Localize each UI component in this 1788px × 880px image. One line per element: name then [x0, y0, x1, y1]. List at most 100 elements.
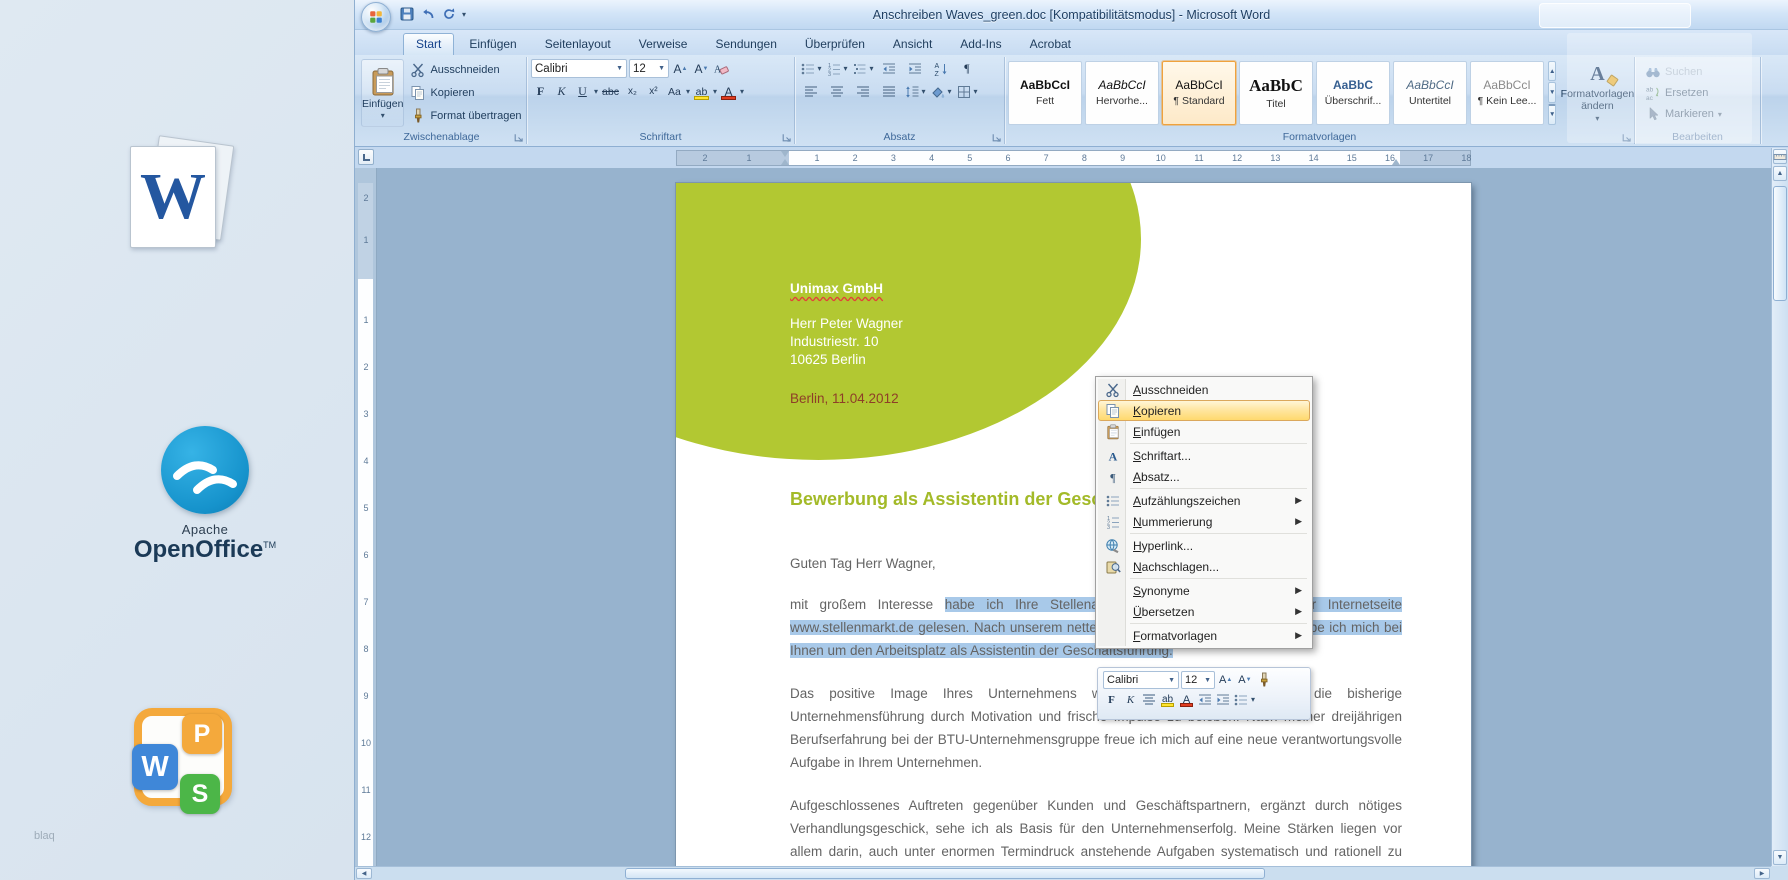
clipboard-dialog-launcher[interactable]	[513, 132, 524, 143]
font-color-dropdown-arrow[interactable]: ▾	[740, 87, 744, 96]
style-standard[interactable]: AaBbCcI¶ Standard	[1162, 61, 1236, 125]
underline-button[interactable]: U	[573, 82, 592, 101]
clear-formatting-button[interactable]: A	[713, 61, 729, 77]
vertical-scrollbar[interactable]: ▲ ▼	[1771, 148, 1788, 866]
scroll-right-button[interactable]: ▶	[1754, 868, 1770, 879]
vertical-scroll-thumb[interactable]	[1773, 186, 1787, 301]
context-menu-item-bersetzen[interactable]: Übersetzen▶	[1098, 601, 1310, 622]
mini-italic-button[interactable]: K	[1122, 691, 1139, 708]
mini-bold-button[interactable]: F	[1103, 691, 1120, 708]
office-button[interactable]	[361, 2, 391, 32]
first-line-indent-marker[interactable]	[781, 151, 789, 157]
superscript-button[interactable]: x²	[644, 82, 663, 101]
align-center-button[interactable]	[825, 82, 849, 101]
mini-format-painter-button[interactable]	[1256, 672, 1272, 688]
desktop-icon-openoffice[interactable]: Apache OpenOfficeTM	[100, 426, 310, 586]
multilevel-list-button[interactable]: ▾	[851, 59, 875, 78]
mini-highlight-button[interactable]: ab	[1159, 691, 1176, 708]
shading-button[interactable]: ▾	[929, 82, 953, 101]
scroll-left-button[interactable]: ◀	[356, 868, 372, 879]
font-dialog-launcher[interactable]	[781, 132, 792, 143]
bullets-button[interactable]: ▾	[799, 59, 823, 78]
strikethrough-button[interactable]: abc	[600, 82, 621, 101]
copy-button[interactable]: Kopieren	[408, 84, 523, 102]
justify-button[interactable]	[877, 82, 901, 101]
line-spacing-button[interactable]: ▾	[903, 82, 927, 101]
style-kein-lee[interactable]: AaBbCcI¶ Kein Lee...	[1470, 61, 1544, 125]
mini-font-size-combo[interactable]: 12 ▼	[1181, 671, 1215, 689]
horizontal-scroll-thumb[interactable]	[625, 868, 1265, 879]
tab-stop-selector[interactable]	[358, 149, 374, 165]
grow-font-button[interactable]: A▲	[671, 59, 690, 78]
vertical-ruler[interactable]: 2112345678910111213	[355, 168, 377, 866]
tab-sendungen[interactable]: Sendungen	[702, 33, 789, 55]
change-case-dropdown-arrow[interactable]: ▾	[686, 87, 690, 96]
desktop-icon-word[interactable]: W	[122, 138, 242, 254]
context-menu-item-nachschlagen[interactable]: Nachschlagen...	[1098, 556, 1310, 577]
mini-grow-font-button[interactable]: A▲	[1217, 672, 1234, 689]
font-size-combo[interactable]: 12 ▼	[629, 59, 669, 78]
style-fett[interactable]: AaBbCcIFett	[1008, 61, 1082, 125]
context-menu-item-formatvorlagen[interactable]: Formatvorlagen▶	[1098, 625, 1310, 646]
context-menu-item-absatz[interactable]: ¶Absatz...	[1098, 466, 1310, 487]
tab-verweise[interactable]: Verweise	[626, 33, 701, 55]
titlebar[interactable]: ▾ Anschreiben Waves_green.doc [Kompatibi…	[355, 0, 1788, 30]
context-menu-item-synonyme[interactable]: Synonyme▶	[1098, 580, 1310, 601]
decrease-indent-button[interactable]	[877, 59, 901, 78]
tab-acrobat[interactable]: Acrobat	[1017, 33, 1084, 55]
qat-customize-dropdown[interactable]: ▾	[462, 10, 466, 19]
font-family-combo[interactable]: Calibri ▼	[531, 59, 627, 78]
right-indent-marker[interactable]	[1392, 159, 1400, 165]
style-untertitel[interactable]: AaBbCcIUntertitel	[1393, 61, 1467, 125]
horizontal-scrollbar[interactable]: ◀ ▶	[355, 866, 1771, 880]
mini-font-color-button[interactable]: A	[1178, 691, 1195, 708]
tab-berpr-fen[interactable]: Überprüfen	[792, 33, 878, 55]
highlight-dropdown-arrow[interactable]: ▾	[713, 87, 717, 96]
styles-scroll-down-button[interactable]: ▼	[1548, 82, 1556, 102]
borders-button[interactable]: ▾	[955, 82, 979, 101]
styles-scroll-up-button[interactable]: ▲	[1548, 61, 1556, 81]
align-right-button[interactable]	[851, 82, 875, 101]
hanging-indent-marker[interactable]	[781, 159, 789, 165]
style-berschrif[interactable]: AaBbCÜberschrif...	[1316, 61, 1390, 125]
desktop-icon-wps[interactable]: P W S	[128, 706, 250, 838]
sort-button[interactable]: AZ	[929, 59, 953, 78]
shrink-font-button[interactable]: A▼	[692, 59, 711, 78]
mini-shrink-font-button[interactable]: A▼	[1236, 672, 1253, 689]
mini-align-center-button[interactable]	[1141, 692, 1157, 708]
tab-add-ins[interactable]: Add-Ins	[947, 33, 1014, 55]
select-button[interactable]: Markieren ▾	[1643, 105, 1752, 123]
tab-start[interactable]: Start	[403, 33, 454, 55]
context-menu-item-hyperlink[interactable]: Hyperlink...	[1098, 535, 1310, 556]
undo-button[interactable]	[420, 6, 436, 22]
highlight-color-button[interactable]: ab	[692, 82, 711, 101]
recipient-address[interactable]: Herr Peter WagnerIndustriestr. 1010625 B…	[790, 315, 903, 369]
mini-decrease-indent-button[interactable]	[1197, 692, 1213, 708]
company-name[interactable]: Unimax GmbH	[790, 281, 883, 296]
change-case-button[interactable]: Aa	[665, 82, 684, 101]
show-marks-button[interactable]: ¶	[955, 59, 979, 78]
context-menu-item-kopieren[interactable]: Kopieren	[1098, 400, 1310, 421]
paragraph-dialog-launcher[interactable]	[991, 132, 1002, 143]
salutation[interactable]: Guten Tag Herr Wagner,	[790, 556, 936, 571]
font-color-button[interactable]: A	[719, 82, 738, 101]
cut-button[interactable]: Ausschneiden	[408, 61, 523, 79]
context-menu-item-ausschneiden[interactable]: Ausschneiden	[1098, 379, 1310, 400]
numbering-button[interactable]: 123▾	[825, 59, 849, 78]
mini-font-family-combo[interactable]: Calibri ▼	[1103, 671, 1179, 689]
context-menu-item-nummerierung[interactable]: 123Nummerierung▶	[1098, 511, 1310, 532]
bold-button[interactable]: F	[531, 82, 550, 101]
document-page[interactable]: Unimax GmbH Herr Peter WagnerIndustriest…	[676, 183, 1471, 866]
scroll-down-button[interactable]: ▼	[1773, 850, 1787, 865]
subscript-button[interactable]: x₂	[623, 82, 642, 101]
style-titel[interactable]: AaBbCTitel	[1239, 61, 1313, 125]
tab-einf-gen[interactable]: Einfügen	[456, 33, 529, 55]
replace-button[interactable]: abac Ersetzen	[1643, 84, 1752, 102]
change-styles-button[interactable]: A Formatvorlagen ändern ▾	[1561, 63, 1633, 123]
underline-dropdown-arrow[interactable]: ▾	[594, 87, 598, 96]
find-button[interactable]: Suchen	[1643, 63, 1752, 81]
align-left-button[interactable]	[799, 82, 823, 101]
italic-button[interactable]: K	[552, 82, 571, 101]
increase-indent-button[interactable]	[903, 59, 927, 78]
paste-button[interactable]: Einfügen ▾	[361, 59, 404, 127]
